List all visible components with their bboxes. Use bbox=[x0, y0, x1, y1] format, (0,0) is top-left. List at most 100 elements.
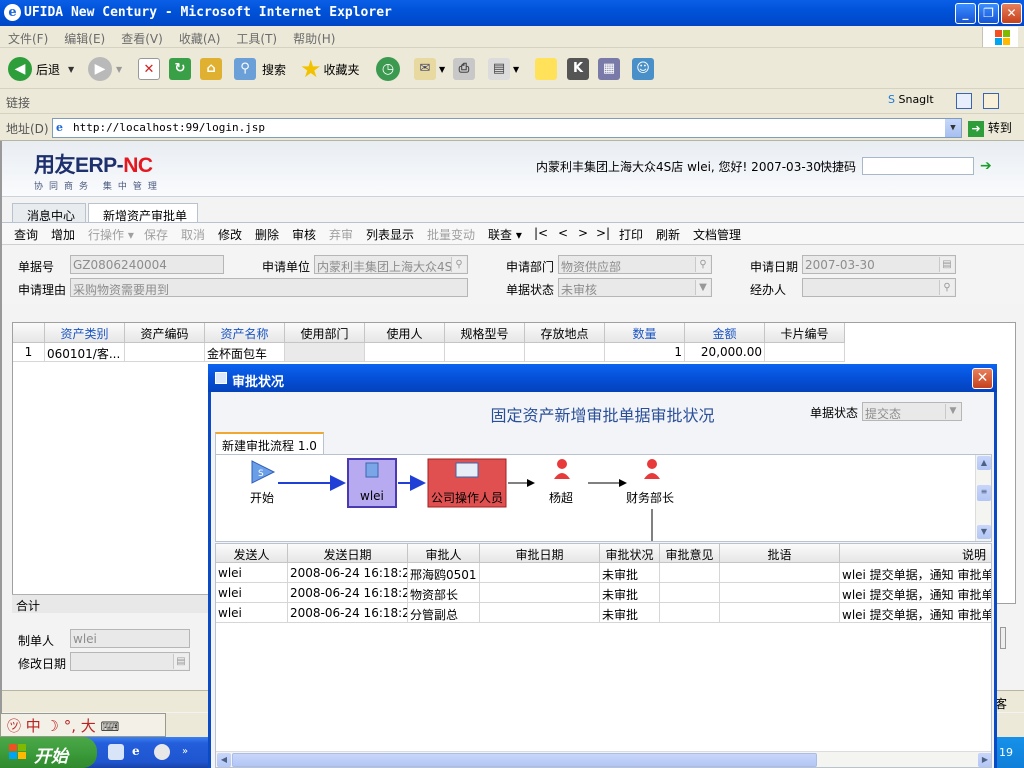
menu-view[interactable]: 查看(V) bbox=[113, 26, 171, 47]
handler-field[interactable]: ⚲ bbox=[802, 278, 956, 297]
ime-toolbar[interactable]: ㋡ 中 ☽ °, 大 ⌨ bbox=[0, 713, 166, 737]
maker-field[interactable]: wlei bbox=[70, 629, 190, 648]
grid-col-header[interactable]: 使用人 bbox=[365, 323, 445, 343]
prev-record-button[interactable]: < bbox=[558, 226, 568, 240]
flow-node-company-operator[interactable]: 公司操作人员 bbox=[431, 489, 503, 506]
research-button[interactable]: ▦ bbox=[598, 55, 620, 83]
apply-date-field[interactable]: 2007-03-30 ▤ bbox=[802, 255, 956, 274]
home-button[interactable]: ⌂ bbox=[200, 55, 222, 83]
print-button[interactable]: ⎙ bbox=[453, 55, 475, 83]
list-view-button[interactable]: 列表显示 bbox=[366, 226, 414, 243]
quicklaunch-ie-icon[interactable]: e bbox=[132, 744, 140, 758]
edit-button[interactable]: ▤ ▼ bbox=[488, 55, 519, 83]
address-dropdown-button[interactable]: ▼ bbox=[945, 119, 961, 137]
cancel-button[interactable]: 取消 bbox=[181, 226, 205, 243]
state-field[interactable]: 未审核 ▼ bbox=[558, 278, 712, 297]
snagit-capture-icon[interactable] bbox=[956, 93, 972, 109]
table-row[interactable]: wlei 2008-06-24 16:18:21 邢海鸥0501 未审批 wle… bbox=[216, 563, 991, 583]
grid-col-header[interactable]: 存放地点 bbox=[525, 323, 605, 343]
minimize-button[interactable]: _ bbox=[955, 3, 976, 24]
tab-approval-flow[interactable]: 新建审批流程 1.0 bbox=[215, 432, 324, 454]
grid-col-header[interactable]: 卡片编号 bbox=[765, 323, 845, 343]
forward-button[interactable]: ▶ ▼ bbox=[88, 55, 122, 83]
scroll-left-icon[interactable]: ◀ bbox=[217, 753, 231, 767]
approval-col-header[interactable]: 发送日期 bbox=[288, 544, 408, 563]
grid-col-header[interactable]: 资产类别 bbox=[45, 323, 125, 343]
menu-help[interactable]: 帮助(H) bbox=[285, 26, 343, 47]
grid-col-header[interactable]: 资产编码 bbox=[125, 323, 205, 343]
grid-col-header[interactable]: 金额 bbox=[685, 323, 765, 343]
doc-manage-button[interactable]: 文档管理 bbox=[693, 226, 741, 243]
flow-node-finance-head[interactable]: 财务部长 bbox=[626, 489, 674, 506]
mail-button[interactable]: ✉ ▼ bbox=[414, 55, 445, 83]
bill-no-field[interactable]: GZ0806240004 bbox=[70, 255, 224, 274]
grid-col-header[interactable]: 数量 bbox=[605, 323, 685, 343]
approval-col-header[interactable]: 审批意见 bbox=[660, 544, 720, 563]
grid-col-header[interactable]: 使用部门 bbox=[285, 323, 365, 343]
approval-col-header[interactable]: 审批人 bbox=[408, 544, 480, 563]
approval-horizontal-scrollbar[interactable]: ◀ ▶ bbox=[216, 751, 991, 767]
search-button[interactable]: ⚲ 搜索 bbox=[234, 55, 286, 83]
menu-edit[interactable]: 编辑(E) bbox=[56, 26, 113, 47]
approval-col-header[interactable]: 审批日期 bbox=[480, 544, 600, 563]
go-button[interactable]: ➜ 转到 bbox=[968, 119, 1012, 137]
dialog-state-select[interactable]: 提交态 ▼ bbox=[862, 402, 962, 421]
close-button[interactable]: ✕ bbox=[1001, 3, 1022, 24]
batch-change-button[interactable]: 批量变动 bbox=[427, 226, 475, 243]
scroll-right-icon[interactable]: ▶ bbox=[978, 753, 991, 767]
back-button[interactable]: ◀ 后退 ▼ bbox=[8, 55, 74, 83]
apply-unit-field[interactable]: 内蒙利丰集团上海大众4S ⚲ bbox=[314, 255, 468, 274]
search-icon[interactable]: ⚲ bbox=[939, 280, 954, 295]
apply-dept-field[interactable]: 物资供应部 ⚲ bbox=[558, 255, 712, 274]
table-row[interactable]: wlei 2008-06-24 16:18:21 物资部长 未审批 wlei 提… bbox=[216, 583, 991, 603]
chevron-down-icon[interactable]: ▼ bbox=[695, 280, 710, 295]
stop-button[interactable]: ✕ bbox=[138, 55, 160, 83]
chevron-down-icon[interactable]: ▼ bbox=[945, 404, 960, 419]
quicklaunch-more-icon[interactable]: » bbox=[182, 746, 188, 757]
query-button[interactable]: 查询 bbox=[14, 226, 38, 243]
grid-col-header[interactable]: 资产名称 bbox=[205, 323, 285, 343]
refresh-doc-button[interactable]: 刷新 bbox=[656, 226, 680, 243]
keyboard-icon[interactable]: ⌨ bbox=[101, 720, 120, 735]
history-button[interactable]: ◷ bbox=[376, 55, 400, 83]
delete-button[interactable]: 删除 bbox=[255, 226, 279, 243]
k-button[interactable]: K bbox=[567, 55, 589, 83]
note-button[interactable] bbox=[535, 55, 557, 83]
print-doc-button[interactable]: 打印 bbox=[619, 226, 643, 243]
approval-col-header[interactable]: 说明 bbox=[840, 544, 991, 563]
calendar-icon[interactable]: ▤ bbox=[173, 654, 188, 669]
favorites-button[interactable]: ★ 收藏夹 bbox=[300, 55, 360, 83]
next-record-button[interactable]: > bbox=[578, 226, 588, 240]
quicklaunch-media-icon[interactable] bbox=[154, 744, 170, 760]
address-input[interactable]: e http://localhost:99/login.jsp ▼ bbox=[52, 118, 962, 138]
maximize-button[interactable]: ❐ bbox=[978, 3, 999, 24]
scroll-up-icon[interactable]: ▲ bbox=[977, 456, 991, 470]
modify-date-field[interactable]: ▤ bbox=[70, 652, 190, 671]
dialog-close-button[interactable]: ✕ bbox=[972, 368, 993, 389]
quicklaunch-desktop-icon[interactable] bbox=[108, 744, 124, 760]
messenger-button[interactable]: ☺ bbox=[632, 55, 654, 83]
first-record-button[interactable]: |< bbox=[534, 226, 548, 240]
shortcut-input[interactable] bbox=[862, 157, 974, 175]
menu-tools[interactable]: 工具(T) bbox=[228, 26, 285, 47]
flow-node-wlei[interactable]: wlei bbox=[360, 489, 384, 503]
search-icon[interactable]: ⚲ bbox=[451, 257, 466, 272]
table-row[interactable]: 1 060101/客... 金杯面包车 1 20,000.00 bbox=[13, 343, 845, 362]
calendar-icon[interactable]: ▤ bbox=[939, 257, 954, 272]
link-query-button[interactable]: 联查 ▾ bbox=[488, 226, 522, 243]
refresh-button[interactable]: ↻ bbox=[169, 55, 191, 83]
reason-field[interactable]: 采购物资需要用到 bbox=[70, 278, 468, 297]
tab-new-asset-approval[interactable]: 新增资产审批单 bbox=[88, 203, 199, 223]
approval-col-header[interactable]: 批语 bbox=[720, 544, 840, 563]
approval-col-header[interactable]: 发送人 bbox=[216, 544, 288, 563]
flow-node-start[interactable]: 开始 bbox=[250, 489, 274, 506]
shortcut-go-icon[interactable]: ➔ bbox=[980, 158, 992, 174]
last-record-button[interactable]: >| bbox=[596, 226, 610, 240]
approval-col-header[interactable]: 审批状况 bbox=[600, 544, 660, 563]
tab-message-center[interactable]: 消息中心 bbox=[12, 203, 87, 223]
row-operation-button[interactable]: 行操作 ▾ bbox=[88, 226, 134, 243]
unaudit-button[interactable]: 弃审 bbox=[329, 226, 353, 243]
save-button[interactable]: 保存 bbox=[144, 226, 168, 243]
snagit-edit-icon[interactable] bbox=[983, 93, 999, 109]
start-button[interactable]: 开始 bbox=[0, 737, 97, 768]
